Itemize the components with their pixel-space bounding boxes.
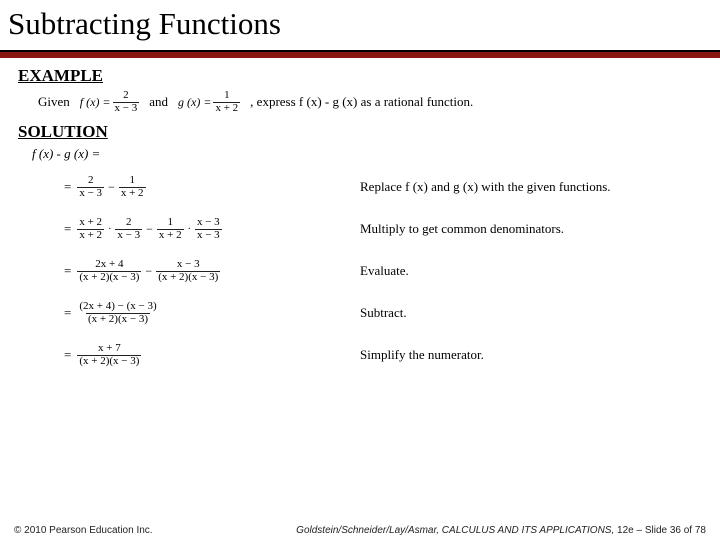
steps-container: =2x − 3−1x + 2Replace f (x) and g (x) wi… — [0, 166, 720, 376]
step-row: = 2x − 3−1x + 2 Replace f (x) and g (x) wi… — [0, 166, 720, 208]
g-lhs: g (x) = — [178, 95, 211, 110]
step-equation: =2x + 4(x + 2)(x − 3)−x − 3(x + 2)(x − 3… — [0, 259, 360, 283]
dot-sign: · — [188, 224, 191, 235]
numerator: 1 — [166, 217, 176, 229]
numerator: (2x + 4) − (x − 3) — [77, 301, 158, 313]
numerator: x − 3 — [175, 259, 202, 271]
heading-solution: SOLUTION — [18, 122, 720, 142]
denominator: (x + 2)(x − 3) — [156, 271, 220, 284]
step-explanation: Replace f (x) and g (x) with the given f… — [360, 179, 720, 195]
fraction: x − 3x − 3 — [195, 217, 222, 241]
fraction: x − 3(x + 2)(x − 3) — [156, 259, 220, 283]
edition-slide: 12e – Slide 36 of 78 — [614, 525, 706, 536]
fraction: (2x + 4) − (x − 3)(x + 2)(x − 3) — [77, 301, 158, 325]
denominator: x + 2 — [157, 229, 184, 242]
prompt: Given f (x) = 2 x − 3 and g (x) = 1 x + … — [38, 90, 720, 114]
numerator: 2 — [86, 175, 96, 187]
equals-sign: = — [64, 305, 71, 321]
word-and: and — [149, 94, 168, 110]
step-explanation: Evaluate. — [360, 263, 720, 279]
g-num: 1 — [222, 90, 232, 102]
fraction: 1x + 2 — [157, 217, 184, 241]
footer-right: Goldstein/Schneider/Lay/Asmar, CALCULUS … — [296, 525, 706, 536]
numerator: 2x + 4 — [93, 259, 125, 271]
step-equation: = x + 7(x + 2)(x − 3) — [0, 343, 360, 367]
minus-sign: − — [108, 180, 115, 195]
fraction: 2x − 3 — [115, 217, 142, 241]
result-lhs: f (x) - g (x) = — [32, 146, 720, 162]
step-equation: =x + 2x + 2·2x − 3−1x + 2·x − 3x − 3 — [0, 217, 360, 241]
denominator: x + 2 — [77, 229, 104, 242]
numerator: 1 — [127, 175, 137, 187]
minus-sign: − — [145, 264, 152, 279]
numerator: x + 2 — [77, 217, 104, 229]
g-fraction: 1 x + 2 — [213, 90, 240, 114]
step-row: = x + 7(x + 2)(x − 3) Simplify the numerat… — [0, 334, 720, 376]
step-equation: = (2x + 4) − (x − 3)(x + 2)(x − 3) — [0, 301, 360, 325]
heading-example: EXAMPLE — [18, 66, 720, 86]
g-definition: g (x) = 1 x + 2 — [178, 90, 240, 114]
divider-red — [0, 52, 720, 58]
fraction: 1x + 2 — [119, 175, 146, 199]
footer: © 2010 Pearson Education Inc. Goldstein/… — [0, 525, 720, 536]
equals-sign: = — [64, 263, 71, 279]
fraction: 2x + 4(x + 2)(x − 3) — [77, 259, 141, 283]
g-den: x + 2 — [213, 102, 240, 115]
step-explanation: Multiply to get common denominators. — [360, 221, 720, 237]
denominator: (x + 2)(x − 3) — [77, 271, 141, 284]
step-equation: = 2x − 3−1x + 2 — [0, 175, 360, 199]
denominator: x − 3 — [195, 229, 222, 242]
f-definition: f (x) = 2 x − 3 — [80, 90, 139, 114]
dot-sign: · — [108, 224, 111, 235]
f-den: x − 3 — [113, 102, 140, 115]
word-given: Given — [38, 94, 70, 110]
step-row: =2x + 4(x + 2)(x − 3)−x − 3(x + 2)(x − 3… — [0, 250, 720, 292]
step-explanation: Subtract. — [360, 305, 720, 321]
step-explanation: Simplify the numerator. — [360, 347, 720, 363]
numerator: 2 — [124, 217, 134, 229]
prompt-tail: , express f (x) - g (x) as a rational fu… — [250, 94, 473, 110]
denominator: x − 3 — [77, 187, 104, 200]
step-row: =x + 2x + 2·2x − 3−1x + 2·x − 3x − 3Mult… — [0, 208, 720, 250]
denominator: x + 2 — [119, 187, 146, 200]
step-row: = (2x + 4) − (x − 3)(x + 2)(x − 3) Subtrac… — [0, 292, 720, 334]
fraction: x + 7(x + 2)(x − 3) — [77, 343, 141, 367]
f-fraction: 2 x − 3 — [113, 90, 140, 114]
equals-sign: = — [64, 347, 71, 363]
denominator: (x + 2)(x − 3) — [77, 355, 141, 368]
numerator: x + 7 — [96, 343, 123, 355]
numerator: x − 3 — [195, 217, 222, 229]
page-title: Subtracting Functions — [0, 0, 720, 50]
minus-sign: − — [146, 222, 153, 237]
equals-sign: = — [64, 221, 71, 237]
fraction: 2x − 3 — [77, 175, 104, 199]
fraction: x + 2x + 2 — [77, 217, 104, 241]
copyright: © 2010 Pearson Education Inc. — [14, 525, 153, 536]
denominator: x − 3 — [115, 229, 142, 242]
denominator: (x + 2)(x − 3) — [86, 313, 150, 326]
f-lhs: f (x) = — [80, 95, 111, 110]
equals-sign: = — [64, 179, 71, 195]
f-num: 2 — [121, 90, 131, 102]
book-title: Goldstein/Schneider/Lay/Asmar, CALCULUS … — [296, 525, 614, 536]
